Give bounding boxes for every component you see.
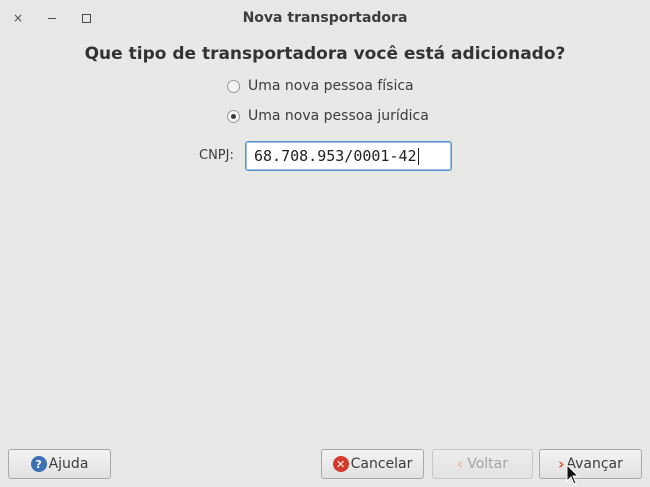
cnpj-label: CNPJ: <box>199 148 234 163</box>
radio-label: Uma nova pessoa física <box>248 78 414 94</box>
window-title: Nova transportadora <box>242 10 408 26</box>
cancel-icon: ✕ <box>332 456 349 472</box>
chevron-right-icon: › <box>558 455 565 473</box>
help-button[interactable]: ? Ajuda <box>8 449 111 479</box>
radio-label: Uma nova pessoa jurídica <box>248 108 429 124</box>
help-icon: ? <box>30 456 47 472</box>
radio-option-pessoa-juridica[interactable]: Uma nova pessoa jurídica <box>227 106 429 126</box>
radio-button-checked[interactable] <box>227 109 240 123</box>
mouse-pointer-icon <box>566 464 580 485</box>
radio-option-pessoa-fisica[interactable]: Uma nova pessoa física <box>227 76 414 96</box>
radio-button-unchecked[interactable] <box>227 79 240 93</box>
back-button[interactable]: ‹ Voltar <box>432 449 533 479</box>
help-button-label: Ajuda <box>48 456 89 472</box>
cnpj-value: 68.708.953/0001-42 <box>254 147 417 165</box>
title-bar: × Nova transportadora <box>0 0 650 36</box>
chevron-left-icon: ‹ <box>457 455 464 473</box>
cancel-button-label: Cancelar <box>350 456 413 472</box>
cnpj-input[interactable]: 68.708.953/0001-42 <box>245 141 452 171</box>
back-button-label: Voltar <box>467 456 508 472</box>
next-button[interactable]: › Avançar <box>539 449 642 479</box>
text-caret <box>417 147 419 165</box>
page-question: Que tipo de transportadora você está adi… <box>84 44 566 64</box>
cancel-button[interactable]: ✕ Cancelar <box>321 449 424 479</box>
